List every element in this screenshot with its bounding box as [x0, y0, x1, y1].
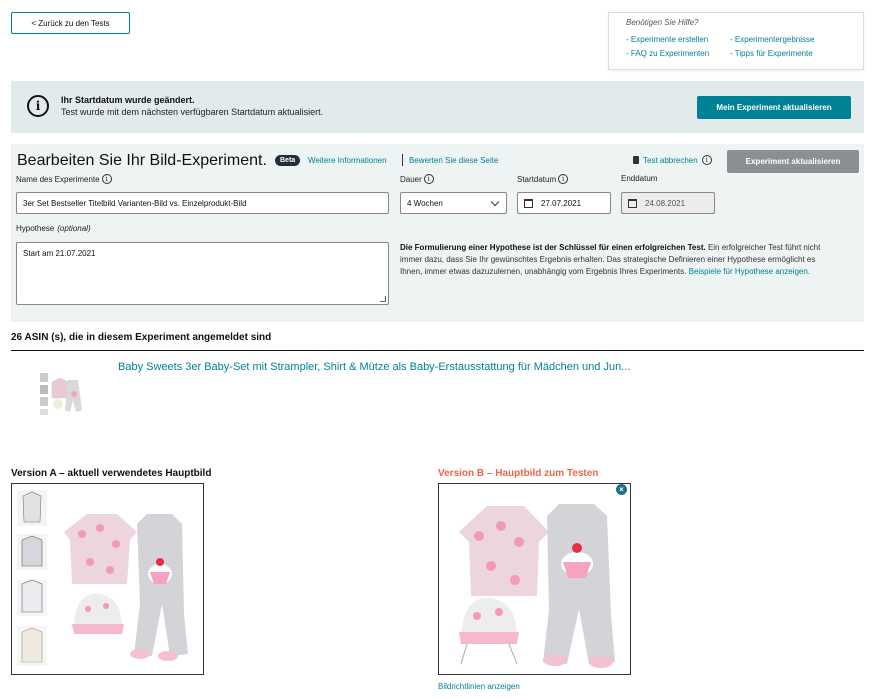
- start-date-input[interactable]: 27.07.2021: [517, 192, 611, 214]
- start-date-value: 27.07.2021: [541, 198, 582, 208]
- calendar-icon: [628, 198, 637, 208]
- help-link-faq[interactable]: - FAQ zu Experimenten: [626, 49, 730, 58]
- experiment-name-label: Name des Experimente i: [16, 174, 112, 184]
- rate-page-link[interactable]: Bewerten Sie diese Seite: [409, 156, 498, 165]
- info-icon: i: [27, 95, 49, 117]
- product-thumbnail[interactable]: [40, 370, 84, 416]
- notice-message: Test wurde mit dem nächsten verfügbaren …: [61, 107, 324, 117]
- version-a-image[interactable]: [11, 483, 204, 675]
- resize-handle[interactable]: [380, 296, 386, 302]
- page-title: Bearbeiten Sie Ihr Bild-Experiment.: [17, 152, 267, 169]
- hypothesis-optional: (optional): [57, 224, 91, 233]
- help-box: Benötigen Sie Hilfe? - Experimente erste…: [608, 12, 864, 70]
- hypothesis-label: Hypothese (optional): [16, 224, 91, 233]
- hypothesis-label-text: Hypothese: [16, 224, 55, 233]
- asin-divider: [11, 350, 864, 351]
- hypothesis-help-bold: Die Formulierung einer Hypothese ist der…: [400, 243, 706, 252]
- beta-badge: Beta: [275, 155, 301, 166]
- calendar-icon[interactable]: [524, 198, 533, 208]
- cancel-test-label: Test abbrechen: [643, 155, 698, 165]
- info-icon[interactable]: i: [701, 155, 712, 165]
- help-link-results[interactable]: - Experimentergebnisse: [730, 35, 840, 44]
- update-experiment-button[interactable]: Experiment aktualisieren: [727, 150, 859, 173]
- start-date-label: Startdatum i: [517, 174, 569, 184]
- info-icon[interactable]: i: [101, 174, 112, 184]
- hypothesis-examples-link[interactable]: Beispiele für Hypothese anzeigen.: [689, 267, 810, 276]
- more-info-link[interactable]: Weitere Informationen: [308, 156, 387, 165]
- trash-icon: [633, 156, 639, 164]
- end-date-value: 24.08.2021: [645, 198, 686, 208]
- help-link-create[interactable]: - Experimente erstellen: [626, 35, 730, 44]
- remove-version-b-icon[interactable]: ×: [616, 484, 627, 495]
- duration-select[interactable]: 4 Wochen: [400, 192, 507, 214]
- version-b-title: Version B – Hauptbild zum Testen: [438, 468, 599, 479]
- start-date-label-text: Startdatum: [517, 174, 557, 184]
- end-date-label: Enddatum: [621, 174, 658, 183]
- version-a-title: Version A – aktuell verwendetes Hauptbil…: [11, 468, 212, 479]
- version-b-image[interactable]: [438, 483, 631, 675]
- duration-value: 4 Wochen: [407, 198, 443, 208]
- hypothesis-help: Die Formulierung einer Hypothese ist der…: [400, 242, 836, 278]
- divider: [402, 154, 403, 166]
- end-date-input: 24.08.2021: [621, 192, 715, 214]
- duration-label: Dauer i: [400, 174, 434, 184]
- help-title: Benötigen Sie Hilfe?: [626, 18, 699, 27]
- version-a-product-illustration: [17, 490, 188, 666]
- experiment-name-label-text: Name des Experimente: [16, 174, 100, 184]
- update-my-experiment-button[interactable]: Mein Experiment aktualisieren: [697, 96, 851, 119]
- version-b-product-illustration: [459, 504, 615, 668]
- hypothesis-textarea[interactable]: Start am 21.07.2021: [16, 242, 389, 305]
- image-guidelines-link[interactable]: Bildrichtlinien anzeigen: [438, 682, 520, 691]
- start-date-notice: i Ihr Startdatum wurde geändert. Test wu…: [11, 81, 864, 133]
- hypothesis-value: Start am 21.07.2021: [23, 249, 96, 258]
- product-title-link[interactable]: Baby Sweets 3er Baby-Set mit Strampler, …: [118, 361, 630, 373]
- notice-title: Ihr Startdatum wurde geändert.: [61, 95, 195, 105]
- back-to-tests-button[interactable]: < Zurück zu den Tests: [11, 12, 130, 34]
- info-icon[interactable]: i: [423, 174, 434, 184]
- info-icon[interactable]: i: [558, 174, 569, 184]
- thumbnail-strip: [17, 490, 47, 666]
- edit-experiment-panel: Bearbeiten Sie Ihr Bild-Experiment. Beta…: [11, 144, 864, 322]
- cancel-test-link[interactable]: Test abbrechen i: [633, 155, 712, 165]
- duration-label-text: Dauer: [400, 174, 422, 184]
- chevron-down-icon: [490, 197, 500, 207]
- asin-heading: 26 ASIN (s), die in diesem Experiment an…: [11, 332, 272, 343]
- experiment-name-input[interactable]: 3er Set Bestseller Titelbild Varianten-B…: [16, 192, 389, 214]
- help-link-tips[interactable]: - Tipps für Experimente: [730, 49, 840, 58]
